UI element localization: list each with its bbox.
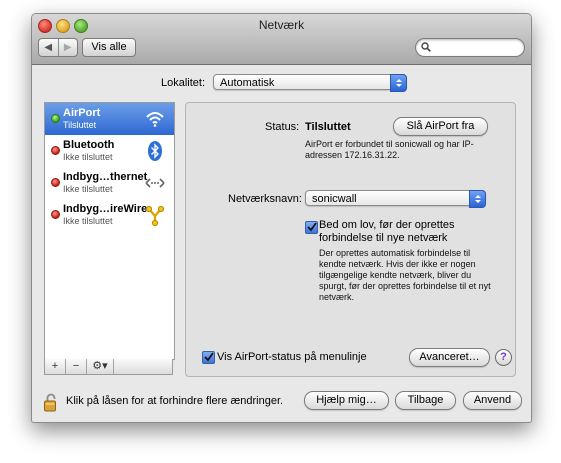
back-forward-buttons: ◀ ▶ xyxy=(38,38,78,57)
toolbar: Netværk ◀ ▶ Vis alle xyxy=(32,14,531,65)
service-name: AirPort xyxy=(63,107,101,119)
service-item-bluetooth[interactable]: Bluetooth Ikke tilsluttet xyxy=(45,135,174,167)
help-button[interactable]: ? xyxy=(495,349,512,366)
show-status-in-menubar-checkbox[interactable] xyxy=(202,351,215,364)
gear-menu-button[interactable]: ⚙▾ xyxy=(87,359,114,374)
service-list-controls: + − ⚙▾ xyxy=(44,359,173,375)
revert-button[interactable]: Tilbage xyxy=(395,391,456,410)
popup-arrows-icon xyxy=(469,190,486,208)
ask-to-join-label[interactable]: Bed om lov, før der oprettes forbindelse… xyxy=(319,219,499,245)
assist-me-button[interactable]: Hjælp mig… xyxy=(304,391,389,410)
forward-arrow-icon[interactable]: ▶ xyxy=(57,39,78,56)
search-icon xyxy=(421,42,431,52)
service-status: Ikke tilsluttet xyxy=(63,152,113,162)
network-name-popup[interactable]: sonicwall xyxy=(305,190,486,208)
apply-button[interactable]: Anvend xyxy=(463,391,522,410)
window-title: Netværk xyxy=(258,18,305,32)
status-dot-connected xyxy=(51,114,60,123)
service-status: Tilsluttet xyxy=(63,120,97,130)
network-preferences-window: Netværk ◀ ▶ Vis alle Lokalitet: Automati… xyxy=(31,13,532,423)
lock-description: Klik på låsen for at forhindre flere ænd… xyxy=(66,395,284,407)
show-all-button[interactable]: Vis alle xyxy=(82,38,136,57)
location-popup[interactable]: Automatisk xyxy=(213,74,407,92)
firewire-icon xyxy=(145,205,165,226)
remove-service-button[interactable]: − xyxy=(66,359,87,374)
location-value: Automatisk xyxy=(220,77,275,89)
advanced-button[interactable]: Avanceret… xyxy=(409,348,490,367)
airport-detail-panel: Status: Tilsluttet Slå AirPort fra AirPo… xyxy=(185,102,516,377)
service-name: Indbyg…thernet xyxy=(63,171,148,183)
service-item-ethernet[interactable]: Indbyg…thernet Ikke tilsluttet xyxy=(45,167,174,199)
service-status: Ikke tilsluttet xyxy=(63,184,113,194)
search-input[interactable] xyxy=(434,40,522,56)
bluetooth-icon xyxy=(148,141,162,161)
search-field[interactable] xyxy=(415,38,525,57)
status-label: Status: xyxy=(265,121,300,133)
back-arrow-icon[interactable]: ◀ xyxy=(39,39,58,56)
service-name: Indbyg…ireWire xyxy=(63,203,148,215)
service-item-firewire[interactable]: Indbyg…ireWire Ikke tilsluttet xyxy=(45,199,174,231)
service-name: Bluetooth xyxy=(63,139,115,151)
checkmark-icon xyxy=(307,222,317,232)
turn-airport-off-button[interactable]: Slå AirPort fra xyxy=(393,117,488,136)
lock-icon[interactable] xyxy=(43,392,59,412)
add-service-button[interactable]: + xyxy=(45,359,66,374)
service-status: Ikke tilsluttet xyxy=(63,216,113,226)
status-dot-disconnected xyxy=(51,178,60,187)
wifi-icon xyxy=(146,112,164,127)
status-description: AirPort er forbundet til sonicwall og ha… xyxy=(305,139,474,160)
checkmark-icon xyxy=(204,352,214,362)
status-value: Tilsluttet xyxy=(305,121,351,133)
network-name-value: sonicwall xyxy=(312,193,357,205)
ask-to-join-checkbox[interactable] xyxy=(305,221,318,234)
status-dot-disconnected xyxy=(51,146,60,155)
service-item-airport[interactable]: AirPort Tilsluttet xyxy=(45,103,174,135)
network-name-label: Netværksnavn: xyxy=(228,193,302,205)
status-dot-disconnected xyxy=(51,210,60,219)
show-status-in-menubar-label[interactable]: Vis AirPort-status på menulinje xyxy=(217,351,367,363)
ethernet-icon xyxy=(145,178,165,188)
ask-to-join-description: Der oprettes automatisk forbindelse til … xyxy=(319,248,491,302)
location-label: Lokalitet: xyxy=(161,77,206,89)
service-list: AirPort Tilsluttet Bluetooth Ikke tilslu… xyxy=(44,102,175,360)
popup-arrows-icon xyxy=(390,74,407,92)
